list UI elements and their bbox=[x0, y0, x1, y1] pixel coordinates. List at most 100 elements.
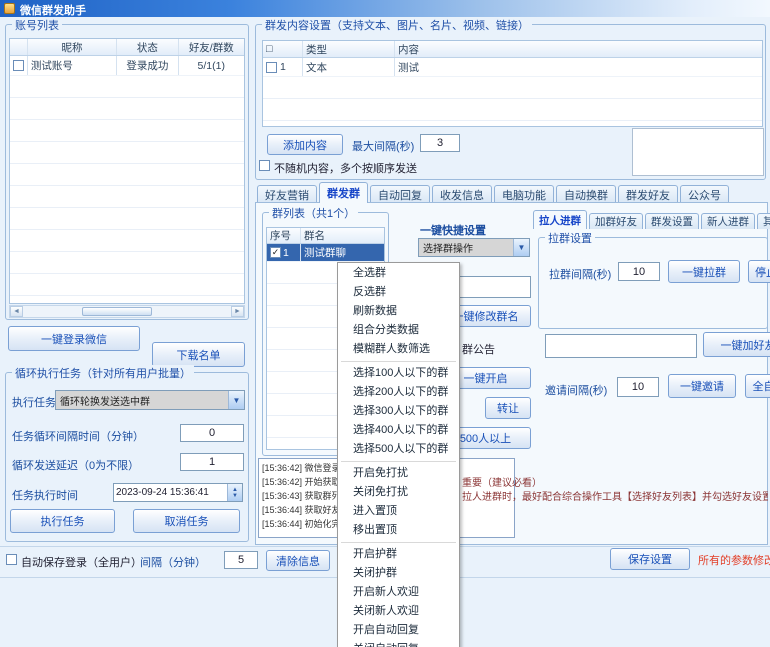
quick-menu-item[interactable]: 选择400人以下的群 bbox=[338, 421, 459, 440]
autosave-checkbox[interactable] bbox=[6, 554, 17, 565]
account-row[interactable]: 测试账号 登录成功 5/1(1) bbox=[10, 56, 244, 76]
quick-menu-item[interactable]: 全选群 bbox=[338, 264, 459, 283]
quick-menu-item[interactable]: 关闭新人欢迎 bbox=[338, 602, 459, 621]
quick-menu-item[interactable]: 开启新人欢迎 bbox=[338, 583, 459, 602]
task-type-select[interactable]: 循环轮换发送选中群 ▼ bbox=[55, 390, 245, 410]
accounts-hscrollbar[interactable]: ◄ ► bbox=[9, 305, 245, 318]
login-wechat-button[interactable]: 一键登录微信 bbox=[8, 326, 140, 351]
content-col-select: □ bbox=[263, 41, 303, 57]
run-task-button[interactable]: 执行任务 bbox=[10, 509, 115, 533]
content-interval-input[interactable]: 3 bbox=[420, 134, 460, 152]
content-row-checkbox[interactable]: 1 bbox=[263, 58, 303, 76]
sub-tab-3[interactable]: 新人进群 bbox=[701, 213, 755, 229]
content-row-content: 测试 bbox=[395, 58, 762, 76]
add-content-button[interactable]: 添加内容 bbox=[267, 134, 343, 155]
spinner-updown-icon[interactable]: ▲▼ bbox=[227, 484, 242, 501]
quick-menu-item[interactable]: 关闭护群 bbox=[338, 564, 459, 583]
account-checkbox[interactable] bbox=[10, 56, 28, 75]
friend-input[interactable] bbox=[545, 334, 697, 358]
pull-group-button[interactable]: 一键拉群 bbox=[668, 260, 740, 283]
grouplist-row-checkbox[interactable]: ✓1 bbox=[267, 244, 301, 261]
quick-menu-item[interactable]: 模糊群人数筛选 bbox=[338, 340, 459, 359]
content-interval-label: 最大间隔(秒) bbox=[352, 138, 414, 154]
scroll-thumb[interactable] bbox=[82, 307, 152, 316]
menu-separator bbox=[341, 542, 456, 543]
stop-pull-button[interactable]: 停止拉群 bbox=[748, 260, 770, 283]
app-icon bbox=[4, 3, 15, 14]
main-tab-3[interactable]: 收发信息 bbox=[432, 185, 492, 203]
grouplist-header: 序号 群名 bbox=[267, 228, 384, 244]
task-datetime-picker[interactable]: 2023-09-24 15:36:41 ▲▼ bbox=[113, 483, 243, 502]
accounts-table: 昵称 状态 好友/群数 测试账号 登录成功 5/1(1) bbox=[9, 38, 245, 304]
invite-interval-label: 邀请间隔(秒) bbox=[545, 382, 607, 398]
quick-menu-item[interactable]: 关闭免打扰 bbox=[338, 483, 459, 502]
task-delay-input[interactable]: 1 bbox=[180, 453, 244, 471]
main-tab-1[interactable]: 群发群 bbox=[319, 182, 368, 203]
account-status: 登录成功 bbox=[117, 56, 178, 75]
menu-separator bbox=[341, 461, 456, 462]
account-counts: 5/1(1) bbox=[179, 56, 244, 75]
task-loop-label: 任务循环间隔时间（分钟） bbox=[12, 428, 144, 444]
task-loop-input[interactable]: 0 bbox=[180, 424, 244, 442]
quick-menu-item[interactable]: 选择100人以下的群 bbox=[338, 364, 459, 383]
quick-actions-label: 一键快捷设置 bbox=[420, 222, 486, 238]
grouplist-col-num: 序号 bbox=[267, 228, 301, 243]
hint-line-1: 重要（建议必看） bbox=[462, 474, 768, 489]
quick-menu-item[interactable]: 选择500人以下的群 bbox=[338, 440, 459, 459]
main-tab-0[interactable]: 好友营销 bbox=[257, 185, 317, 203]
clear-info-button[interactable]: 清除信息 bbox=[266, 550, 330, 571]
quick-menu-item[interactable]: 刷新数据 bbox=[338, 302, 459, 321]
quick-menu-item[interactable]: 移出置顶 bbox=[338, 521, 459, 540]
content-row-type: 文本 bbox=[303, 58, 395, 76]
quick-menu-item[interactable]: 反选群 bbox=[338, 283, 459, 302]
main-tab-2[interactable]: 自动回复 bbox=[370, 185, 430, 203]
add-friend-button[interactable]: 一键加好友 bbox=[703, 332, 770, 357]
sub-tab-1[interactable]: 加群好友 bbox=[589, 213, 643, 229]
save-warning-text: 所有的参数修改要保存后才生效 bbox=[698, 552, 770, 568]
quick-menu-item[interactable]: 开启自动回复 bbox=[338, 621, 459, 640]
accounts-table-empty bbox=[10, 76, 244, 303]
accounts-col-nickname: 昵称 bbox=[28, 39, 117, 55]
account-nickname: 测试账号 bbox=[28, 56, 117, 75]
main-tab-4[interactable]: 电脑功能 bbox=[494, 185, 554, 203]
export-list-button[interactable]: 下载名单 bbox=[152, 342, 245, 367]
content-row[interactable]: 1 文本 测试 bbox=[263, 58, 762, 77]
autosave-interval-input[interactable]: 5 bbox=[224, 551, 258, 569]
cancel-task-button[interactable]: 取消任务 bbox=[133, 509, 240, 533]
auto-pull-button[interactable]: 全自动拉人 bbox=[745, 374, 770, 398]
main-tabs: 好友营销 群发群 自动回复 收发信息 电脑功能 自动换群 群发好友 公众号 bbox=[257, 182, 729, 203]
sub-tab-0[interactable]: 拉人进群 bbox=[533, 210, 587, 229]
main-tab-5[interactable]: 自动换群 bbox=[556, 185, 616, 203]
quick-menu-item[interactable]: 选择300人以下的群 bbox=[338, 402, 459, 421]
content-col-content: 内容 bbox=[395, 41, 762, 57]
main-tab-6[interactable]: 群发好友 bbox=[618, 185, 678, 203]
sub-tabs: 拉人进群 加群好友 群发设置 新人进群 其他 bbox=[533, 210, 770, 229]
transfer-button[interactable]: 转让 bbox=[485, 397, 531, 419]
scroll-left-icon[interactable]: ◄ bbox=[10, 306, 23, 317]
task-type-label: 执行任务 bbox=[12, 394, 56, 410]
pull-interval-input[interactable]: 10 bbox=[618, 262, 660, 281]
quick-actions-select[interactable]: 选择群操作 ▼ bbox=[418, 238, 530, 257]
save-settings-button[interactable]: 保存设置 bbox=[610, 548, 690, 570]
quick-menu-item[interactable]: 选择200人以下的群 bbox=[338, 383, 459, 402]
accounts-title: 账号列表 bbox=[12, 17, 62, 33]
quick-menu-item[interactable]: 开启护群 bbox=[338, 545, 459, 564]
order-checkbox[interactable] bbox=[259, 160, 270, 171]
content-table: □ 类型 内容 1 文本 测试 bbox=[262, 40, 763, 127]
quick-menu-item[interactable]: 开启免打扰 bbox=[338, 464, 459, 483]
quick-menu-item[interactable]: 组合分类数据 bbox=[338, 321, 459, 340]
quick-menu-item[interactable]: 关闭自动回复 bbox=[338, 640, 459, 647]
invite-interval-input[interactable]: 10 bbox=[617, 377, 659, 397]
group-name-input[interactable] bbox=[455, 276, 531, 298]
invite-title: 拉群设置 bbox=[545, 230, 595, 246]
sub-tab-2[interactable]: 群发设置 bbox=[645, 213, 699, 229]
main-tab-7[interactable]: 公众号 bbox=[680, 185, 729, 203]
invite-button[interactable]: 一键邀请 bbox=[668, 374, 736, 398]
chevron-down-icon: ▼ bbox=[228, 391, 244, 409]
accounts-col-status: 状态 bbox=[117, 39, 178, 55]
scroll-right-icon[interactable]: ► bbox=[231, 306, 244, 317]
sub-tab-4[interactable]: 其他 bbox=[757, 213, 770, 229]
grouplist-row[interactable]: ✓1 测试群聊 bbox=[267, 244, 384, 262]
quick-menu-item[interactable]: 进入置顶 bbox=[338, 502, 459, 521]
content-title: 群发内容设置（支持文本、图片、名片、视频、链接） bbox=[262, 17, 532, 33]
